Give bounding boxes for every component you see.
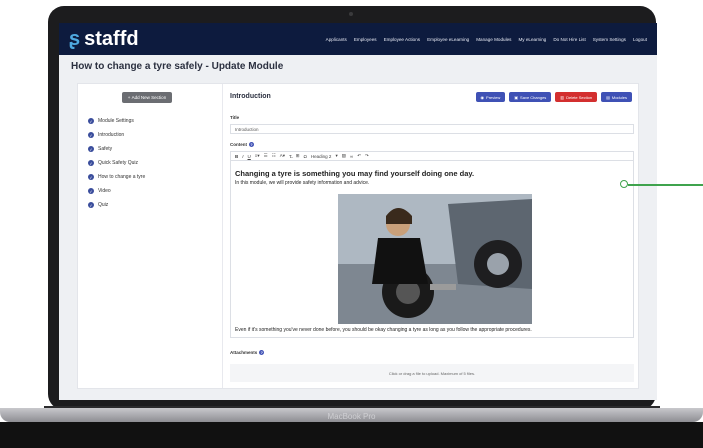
editor-toolbar: B I U ≡▾ ☰ ☷ A▾ T̶ ⊞ Ω Heading 2 ▾ ▨ ∞ ↶…: [230, 151, 634, 161]
check-circle-icon: ✓: [88, 118, 94, 124]
bold-icon[interactable]: B: [235, 154, 238, 159]
callout-line: [628, 184, 703, 186]
sidebar-item-quick-safety-quiz[interactable]: ✓ Quick Safety Quiz: [88, 156, 145, 170]
clear-format-icon[interactable]: T̶: [289, 154, 292, 159]
sidebar-item-label: Safety: [98, 146, 113, 152]
content-intro: In this module, we will provide safety i…: [235, 180, 370, 186]
sidebar-item-label: Quick Safety Quiz: [98, 160, 139, 166]
laptop-shadow: [0, 422, 703, 448]
section-list: ✓ Module Settings ✓ Introduction ✓ Safety ✓…: [88, 114, 145, 212]
heading-select[interactable]: Heading 2: [311, 154, 332, 159]
sidebar-item-how-to-change[interactable]: ✓ How to change a tyre: [88, 170, 145, 184]
add-section-button[interactable]: + Add New Section: [122, 92, 172, 103]
modules-button[interactable]: ▤ Modules: [601, 92, 632, 102]
device-label: MacBook Pro: [327, 412, 376, 421]
nav-employees[interactable]: Employees: [354, 37, 377, 42]
sidebar-item-introduction[interactable]: ✓ Introduction: [88, 128, 145, 142]
nav-do-not-hire[interactable]: Do Not Hire List: [553, 37, 585, 42]
title-input[interactable]: Introduction: [230, 124, 634, 134]
content-label-text: Content: [230, 142, 247, 147]
chevron-down-icon: ▾: [335, 153, 338, 158]
nav-logout[interactable]: Logout: [633, 37, 647, 42]
info-icon[interactable]: ?: [259, 350, 265, 355]
sidebar-item-label: How to change a tyre: [98, 174, 146, 180]
staffd-logo-icon: ʂ: [69, 27, 81, 50]
nav-system-settings[interactable]: System Settings: [593, 37, 626, 42]
numbered-list-icon[interactable]: ☷: [272, 153, 276, 159]
check-circle-icon: ✓: [88, 146, 94, 152]
callout-marker-icon: [620, 180, 628, 188]
content-heading: Changing a tyre is something you may fin…: [235, 169, 475, 178]
file-dropzone[interactable]: Click or drag a file to upload. Maximum …: [230, 364, 634, 382]
sidebar-item-label: Introduction: [98, 132, 125, 138]
nav-employee-actions[interactable]: Employee Actions: [384, 37, 421, 42]
nav-employee-elearning[interactable]: Employee eLearning: [427, 37, 469, 42]
save-button[interactable]: ▣ Save Changes: [509, 92, 552, 102]
sidebar-item-module-settings[interactable]: ✓ Module Settings: [88, 114, 145, 128]
sidebar-item-label: Quiz: [98, 202, 109, 208]
eye-icon: ◉: [480, 94, 485, 100]
trash-icon: ▥: [560, 94, 565, 100]
section-title: Introduction: [230, 93, 271, 100]
info-icon[interactable]: ?: [249, 142, 254, 147]
module-editor-card: + Add New Section ✓ Module Settings ✓ Intr…: [77, 83, 639, 389]
save-label: Save Changes: [520, 94, 547, 100]
save-icon: ▣: [514, 94, 519, 100]
bullet-list-icon[interactable]: ☰: [264, 153, 268, 159]
check-circle-icon: ✓: [88, 160, 94, 166]
undo-icon[interactable]: ↶: [357, 153, 361, 159]
attachments-label-text: Attachments: [230, 350, 258, 355]
title-label: Title: [230, 115, 240, 120]
sidebar-item-video[interactable]: ✓ Video: [88, 184, 145, 198]
modules-label: Modules: [611, 94, 627, 100]
sidebar-item-quiz[interactable]: ✓ Quiz: [88, 198, 145, 212]
content-label: Content?: [230, 142, 254, 147]
preview-label: Preview: [486, 94, 501, 100]
main-nav: Applicants Employees Employee Actions Em…: [326, 37, 647, 42]
attachments-label: Attachments?: [230, 350, 265, 355]
add-section-label: Add New Section: [131, 95, 167, 100]
top-navbar: ʂ staffd Applicants Employees Employee A…: [59, 23, 657, 55]
logo[interactable]: ʂ staffd: [69, 28, 139, 51]
nav-my-elearning[interactable]: My eLearning: [518, 37, 546, 42]
text-color-icon[interactable]: A▾: [280, 153, 285, 159]
nav-manage-modules[interactable]: Manage Modules: [476, 37, 511, 42]
align-icon[interactable]: ≡▾: [255, 153, 260, 159]
special-char-icon[interactable]: Ω: [304, 154, 307, 159]
section-sidebar: + Add New Section ✓ Module Settings ✓ Intr…: [78, 84, 223, 388]
list-icon: ▤: [606, 94, 610, 100]
link-icon[interactable]: ∞: [350, 154, 353, 159]
section-actions: ◉ Preview ▣ Save Changes ▥ Delete Section ▤…: [475, 92, 632, 102]
check-circle-icon: ✓: [88, 202, 94, 208]
content-editor[interactable]: Changing a tyre is something you may fin…: [230, 161, 634, 338]
image-icon[interactable]: ▨: [342, 153, 346, 159]
check-circle-icon: ✓: [88, 188, 94, 194]
delete-label: Delete Section: [566, 94, 593, 100]
check-circle-icon: ✓: [88, 174, 94, 180]
sidebar-item-label: Video: [98, 188, 111, 194]
logo-text: staffd: [84, 27, 139, 50]
sidebar-item-label: Module Settings: [98, 118, 134, 124]
screen: ʂ staffd Applicants Employees Employee A…: [59, 23, 657, 400]
sidebar-item-safety[interactable]: ✓ Safety: [88, 142, 145, 156]
section-editor: Introduction ◉ Preview ▣ Save Changes ▥ Del…: [228, 84, 634, 388]
camera-icon: [349, 12, 353, 16]
check-circle-icon: ✓: [88, 132, 94, 138]
redo-icon[interactable]: ↷: [365, 153, 369, 159]
page-title: How to change a tyre safely - Update Mod…: [71, 61, 284, 72]
underline-icon[interactable]: U: [248, 154, 251, 159]
nav-applicants[interactable]: Applicants: [326, 37, 347, 42]
tyre-change-image: [338, 194, 532, 324]
content-closing: Even if it's something you've never done…: [235, 327, 532, 333]
table-icon[interactable]: ⊞: [296, 153, 300, 159]
italic-icon[interactable]: I: [242, 154, 243, 159]
preview-button[interactable]: ◉ Preview: [475, 92, 506, 102]
delete-section-button[interactable]: ▥ Delete Section: [555, 92, 598, 102]
